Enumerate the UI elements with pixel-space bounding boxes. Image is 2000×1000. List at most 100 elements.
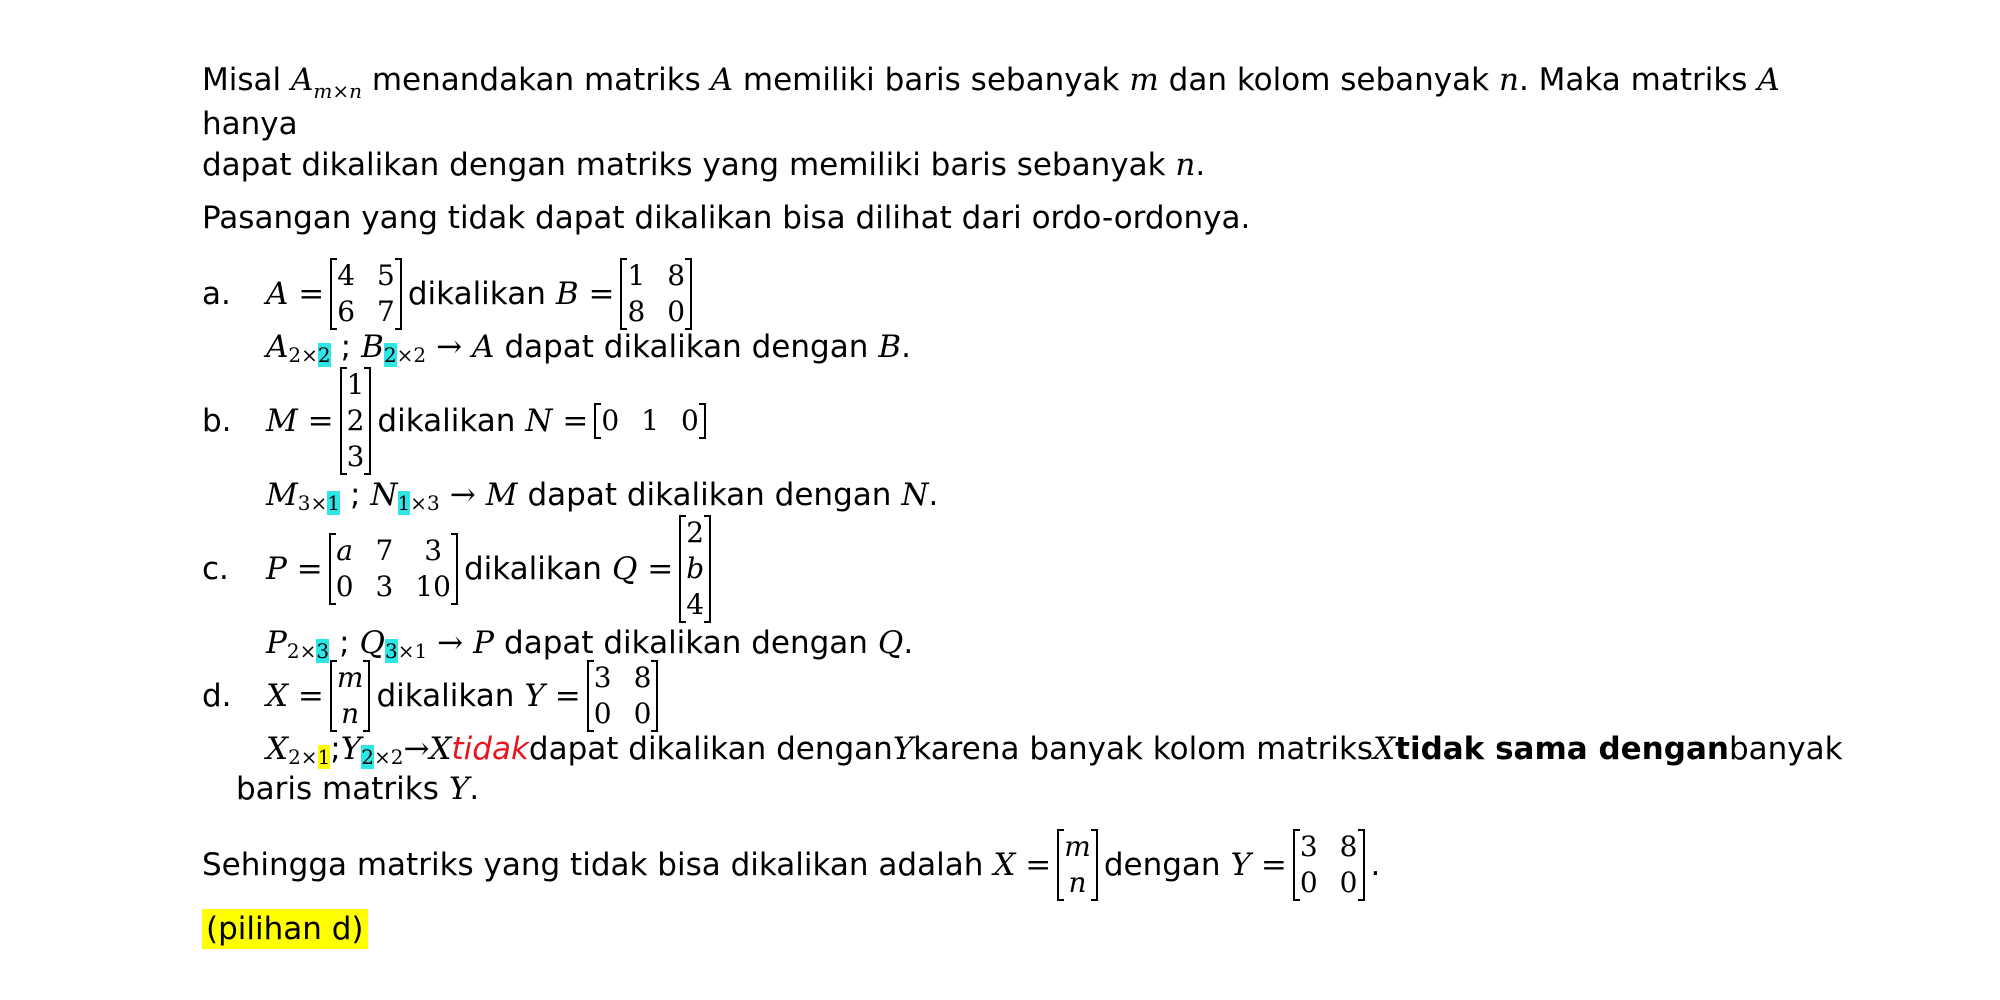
- math-symbol: n: [1175, 147, 1196, 183]
- math-symbol: M =: [266, 403, 334, 439]
- intro-text: memiliki baris sebanyak: [742, 62, 1120, 98]
- separator: ;: [339, 625, 350, 661]
- order-highlight: 1: [327, 491, 340, 515]
- matrix-cell: 10: [415, 570, 451, 603]
- order-text: ×2: [373, 745, 404, 769]
- conclusion-text: Sehingga matriks yang tidak bisa dikalik…: [202, 847, 984, 883]
- result-text: karena banyak kolom matriks: [913, 731, 1374, 767]
- matrix-a: 45 67: [330, 258, 402, 330]
- math-symbol: X: [266, 731, 289, 767]
- math-symbol: N: [901, 477, 929, 513]
- matrix-cell: 1: [346, 368, 365, 401]
- matrix-cell: b: [686, 552, 705, 585]
- order-text: 3×: [297, 491, 328, 515]
- math-symbol: X =: [266, 678, 324, 714]
- matrix-b: 18 80: [620, 258, 692, 330]
- matrix-cell: 1: [641, 404, 660, 437]
- arrow-icon: →: [436, 329, 463, 365]
- matrix-cell: 0: [633, 697, 652, 730]
- math-symbol: B: [361, 329, 384, 365]
- item-b-order: M 3×1 ; N 1×3 → M dapat dikalikan dengan N…: [266, 475, 1822, 515]
- order-highlight: 2: [383, 343, 397, 367]
- matrix-y-conclusion: 38 00: [1292, 829, 1365, 901]
- math-symbol: P: [473, 625, 495, 661]
- order-text: ×2: [396, 343, 427, 367]
- math-symbol: N =: [525, 403, 589, 439]
- matrix-cell: 4: [686, 588, 705, 621]
- matrix-cell: 8: [633, 661, 652, 694]
- math-symbol: Q =: [611, 551, 674, 587]
- matrix-cell: 0: [601, 404, 620, 437]
- matrix-cell: 2: [346, 404, 365, 437]
- item-label: d.: [202, 678, 232, 714]
- answer-badge: (pilihan d): [202, 909, 368, 949]
- matrix-cell: 0: [593, 697, 612, 730]
- matrix-x: m n: [329, 660, 371, 732]
- intro-text: dapat dikalikan dengan matriks yang memi…: [202, 147, 1166, 183]
- matrix-cell: 1: [627, 259, 646, 292]
- math-symbol: Y =: [1230, 847, 1287, 883]
- matrix-cell: 3: [424, 534, 443, 567]
- intro-text: Misal: [202, 62, 282, 98]
- connector-text: dengan: [1103, 847, 1221, 883]
- matrix-cell: 3: [593, 661, 612, 694]
- math-symbol: A: [472, 329, 495, 365]
- matrix-cell: 0: [335, 570, 354, 603]
- item-a-order: A 2×2 ; B 2×2 → A dapat dikalikan dengan B…: [266, 327, 1822, 367]
- order-highlight: 3: [316, 639, 330, 663]
- math-symbol: A: [710, 62, 734, 98]
- math-symbol: A: [1757, 62, 1780, 98]
- intro-text: .: [1195, 147, 1206, 183]
- conclusion: Sehingga matriks yang tidak bisa dikalik…: [202, 829, 1822, 901]
- matrix-cell: 8: [1339, 830, 1358, 863]
- matrix-cell: 5: [377, 259, 395, 292]
- math-symbol: A: [290, 62, 314, 98]
- math-symbol: B: [878, 329, 902, 365]
- order-highlight: 3: [384, 639, 398, 663]
- matrix-cell: 0: [1339, 866, 1358, 899]
- matrix-cell: 2: [686, 516, 705, 549]
- matrix-cell: n: [341, 697, 360, 730]
- result-text: baris matriks: [236, 771, 439, 807]
- math-symbol: N: [370, 477, 398, 513]
- result-text: .: [928, 477, 939, 513]
- intro-text: . Maka matriks: [1518, 62, 1748, 98]
- math-symbol: Y: [892, 731, 914, 767]
- math-symbol: X: [1373, 731, 1396, 767]
- item-label: a.: [202, 276, 231, 312]
- math-symbol: Q: [359, 625, 385, 661]
- intro-text: hanya: [202, 106, 298, 142]
- math-symbol: Q: [877, 625, 904, 661]
- matrix-cell: 4: [337, 259, 356, 292]
- result-text: banyak: [1728, 731, 1843, 767]
- arrow-icon: →: [403, 731, 430, 767]
- matrix-y: 38 00: [586, 660, 659, 732]
- item-d-order: X 2×1 ; Y 2×2 → X tidak dapat dikalikan de…: [266, 729, 1843, 769]
- matrix-q: 2 b 4: [679, 515, 712, 623]
- matrix-m: 1 2 3: [339, 367, 372, 475]
- matrix-cell: 8: [627, 295, 646, 328]
- math-subscript: m×n: [313, 79, 362, 103]
- result-text: dapat dikalikan dengan: [528, 731, 893, 767]
- math-symbol: P =: [266, 551, 323, 587]
- matrix-cell: 3: [346, 440, 365, 473]
- math-symbol: A =: [266, 276, 325, 312]
- matrix-x-conclusion: m n: [1057, 829, 1098, 901]
- matrix-cell: a: [336, 534, 353, 567]
- result-text: .: [903, 625, 914, 661]
- result-text: .: [469, 771, 480, 807]
- matrix-cell: 7: [377, 295, 395, 328]
- order-text: ×3: [410, 491, 440, 515]
- matrix-cell: n: [1068, 866, 1087, 899]
- math-symbol: M: [266, 477, 298, 513]
- result-text: dapat dikalikan dengan: [527, 477, 892, 513]
- order-text: ×1: [397, 639, 428, 663]
- intro-text: menandakan matriks: [371, 62, 701, 98]
- connector-text: dikalikan: [463, 551, 602, 587]
- item-b-equation: b. M = 1 2 3 dikalikan N = 010: [202, 367, 1822, 475]
- item-label: c.: [202, 551, 229, 587]
- arrow-icon: →: [449, 477, 476, 513]
- separator: ;: [330, 731, 341, 767]
- result-text: .: [901, 329, 911, 365]
- math-symbol: Y: [340, 731, 362, 767]
